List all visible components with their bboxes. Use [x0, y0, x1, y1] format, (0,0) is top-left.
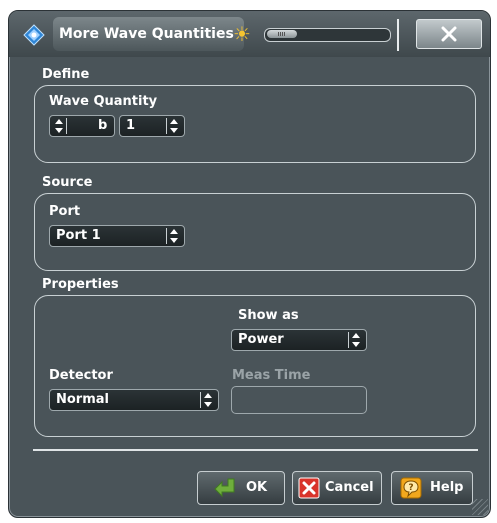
detector-dropdown[interactable]: Normal [49, 389, 219, 411]
ok-button[interactable]: OK [197, 471, 285, 505]
source-port-value: Port 1 [56, 228, 101, 243]
show-as-label: Show as [238, 308, 299, 323]
up-down-arrows-icon [170, 229, 178, 243]
define-group-label: Define [42, 67, 90, 82]
source-spin-button[interactable] [166, 228, 181, 244]
close-icon [441, 26, 457, 42]
detector-spin-button[interactable] [200, 392, 215, 408]
properties-group-label: Properties [42, 277, 119, 292]
cancel-label: Cancel [325, 480, 374, 495]
wave-port-selector[interactable]: 1 [119, 115, 185, 137]
wave-quantity-value: b [98, 118, 108, 133]
close-button[interactable] [416, 19, 482, 49]
transparency-slider[interactable] [264, 28, 391, 42]
footer-divider [33, 449, 478, 451]
source-group: Port Port 1 [34, 193, 476, 271]
help-label: Help [430, 480, 464, 495]
up-down-arrows-icon [204, 393, 212, 407]
meas-time-label: Meas Time [232, 368, 311, 383]
up-down-arrows-icon [170, 119, 178, 133]
wave-quantity-label: Wave Quantity [49, 94, 158, 109]
meas-time-field [231, 386, 367, 414]
properties-group: Show as Power Detector Normal Meas Time [34, 295, 476, 437]
ok-check-arrow-icon [214, 478, 235, 498]
cancel-button[interactable]: Cancel [292, 471, 382, 505]
ok-label: OK [246, 480, 268, 495]
define-group: Wave Quantity b 1 [34, 85, 476, 163]
help-button[interactable]: ? Help [391, 471, 473, 505]
help-question-icon: ? [400, 477, 422, 499]
detector-value: Normal [56, 392, 109, 407]
window-diamond-icon [23, 24, 45, 46]
dialog-frame: More Wave Quantities ☀ Define Wave Quant… [8, 10, 491, 518]
show-as-value: Power [238, 332, 284, 347]
wave-quantity-selector[interactable]: b [49, 115, 115, 137]
title-bar[interactable]: More Wave Quantities ☀ [9, 11, 490, 57]
dialog: More Wave Quantities ☀ Define Wave Quant… [0, 0, 497, 523]
window-title: More Wave Quantities [53, 17, 244, 51]
sun-icon: ☀ [233, 22, 251, 46]
resize-grip-icon[interactable] [472, 499, 488, 515]
svg-text:?: ? [408, 483, 413, 493]
show-as-spin-button[interactable] [348, 332, 363, 348]
port-label: Port [49, 204, 81, 219]
up-down-arrows-icon [352, 333, 360, 347]
title-separator [397, 19, 399, 51]
port-spin-button[interactable] [166, 118, 181, 134]
slider-thumb[interactable] [267, 30, 297, 38]
show-as-dropdown[interactable]: Power [231, 329, 367, 351]
cancel-x-icon [298, 477, 320, 499]
up-down-arrows-icon [55, 119, 63, 133]
source-port-dropdown[interactable]: Port 1 [49, 225, 185, 247]
detector-label: Detector [49, 368, 113, 383]
source-group-label: Source [42, 175, 93, 190]
wave-port-value: 1 [126, 118, 136, 133]
wave-spin-button[interactable] [52, 118, 67, 134]
